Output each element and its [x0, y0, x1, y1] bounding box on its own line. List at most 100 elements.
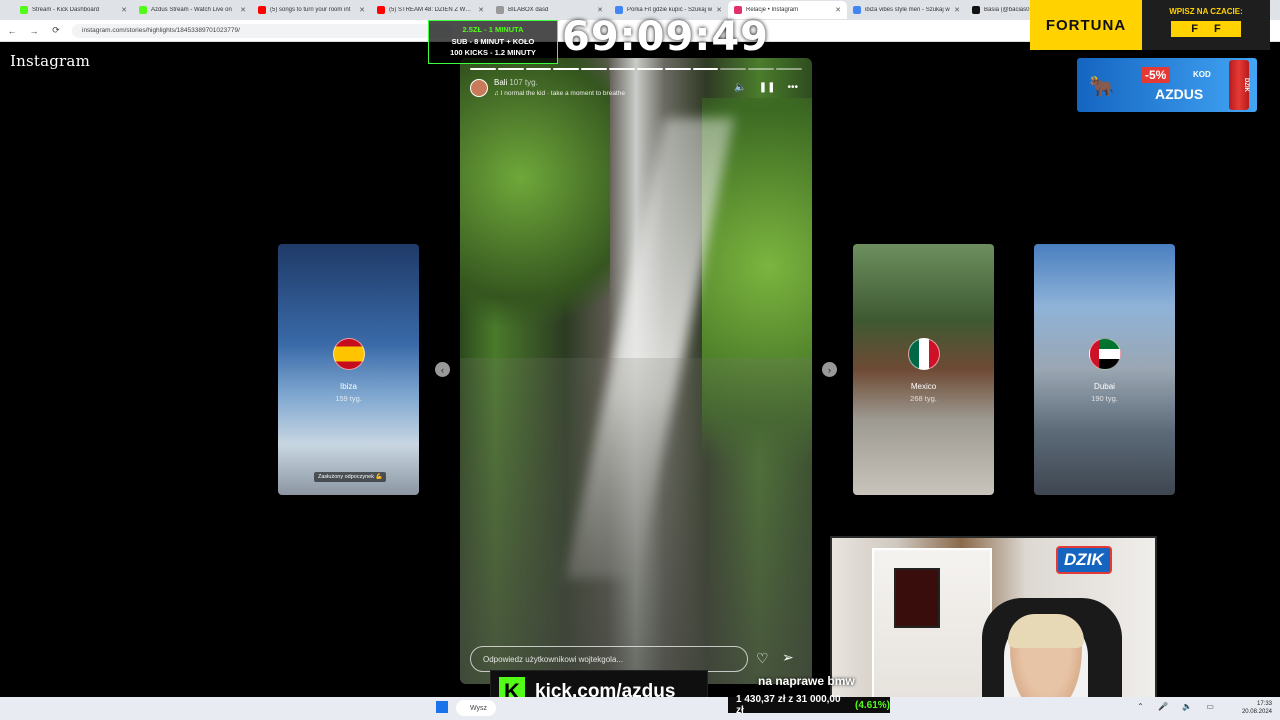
- subathon-timer: 69:09:49: [562, 14, 769, 60]
- windows-taskbar: Wysz ⌃ 🎤 🔈 ▭ 17:33 20.08.2024: [0, 697, 1280, 720]
- system-tray-icons[interactable]: ⌃ 🎤 🔈 ▭: [1137, 702, 1220, 711]
- tab-favicon-icon: [734, 6, 742, 14]
- goal-percent: (4.61%): [854, 699, 890, 711]
- story-image: [460, 58, 610, 358]
- browser-tab[interactable]: Azdus Stream - Watch Live on ✕: [133, 1, 252, 19]
- donation-info-overlay: 2.5ZŁ - 1 MINUTA SUB - 8 MINUT + KOŁO 10…: [428, 20, 558, 64]
- fortuna-ad: FORTUNA WPISZ NA CZACIE: F F: [1030, 0, 1270, 50]
- tab-label: (5) songs to turn your room int: [270, 7, 351, 13]
- tab-favicon-icon: [972, 6, 980, 14]
- story-age: 268 tyg.: [910, 394, 937, 403]
- story-preview-mexico[interactable]: Mexico 268 tyg.: [853, 244, 994, 495]
- spain-flag-icon: [333, 338, 365, 370]
- progress-segment: [720, 68, 747, 70]
- story-caption: Zasłużony odpoczynek 💪: [314, 472, 387, 482]
- goal-amount: 1 430,37 zł z 31 000,00 zł: [736, 694, 841, 716]
- browser-tab[interactable]: ibiza vibes style men - Szukaj w ✕: [847, 1, 966, 19]
- progress-segment: [581, 68, 608, 70]
- back-icon[interactable]: ←: [6, 26, 18, 36]
- avatar[interactable]: [470, 79, 488, 97]
- donation-line: 2.5ZŁ - 1 MINUTA: [462, 25, 524, 34]
- taskbar-clock[interactable]: 17:33 20.08.2024: [1242, 700, 1272, 716]
- tab-label: Porka Fit gdzie kupić - Szukaj w: [627, 7, 713, 13]
- tab-label: Relacje • Instagram: [746, 7, 799, 13]
- progress-segment: [553, 68, 580, 70]
- dzik-logo: DZIK: [1056, 546, 1112, 574]
- prev-story-button[interactable]: ‹: [435, 362, 450, 377]
- bull-icon: 🐂: [1089, 76, 1114, 98]
- fortuna-code: F: [1191, 23, 1198, 35]
- reply-input[interactable]: Odpowiedz użytkownikowi wojtekgola...: [470, 646, 748, 672]
- close-icon[interactable]: ✕: [597, 6, 603, 14]
- webcam-streamer-hair: [1008, 614, 1084, 648]
- story-preview-ibiza[interactable]: Ibiza 159 tyg. Zasłużony odpoczynek 💪: [278, 244, 419, 495]
- tab-favicon-icon: [258, 6, 266, 14]
- tab-favicon-icon: [853, 6, 861, 14]
- close-icon[interactable]: ✕: [716, 6, 722, 14]
- progress-segment: [692, 68, 719, 70]
- tab-favicon-icon: [377, 6, 385, 14]
- donation-goal-bar: 1 430,37 zł z 31 000,00 zł (4.61%): [728, 694, 890, 716]
- webcam-fridge: [894, 568, 940, 628]
- more-options-icon[interactable]: •••: [787, 82, 798, 93]
- donation-line: 100 KICKS - 1.2 MINUTY: [450, 48, 536, 57]
- kod-label: KOD: [1193, 70, 1211, 79]
- tab-label: ibiza vibes style men - Szukaj w: [865, 7, 950, 13]
- progress-segment: [525, 68, 552, 70]
- send-icon[interactable]: ➢: [782, 649, 794, 666]
- story-viewer[interactable]: Bali 107 tyg. ♫ I normal the kid · take a…: [460, 58, 812, 684]
- promo-code: AZDUS: [1155, 86, 1204, 102]
- progress-segment: [748, 68, 775, 70]
- tab-favicon-icon: [615, 6, 623, 14]
- close-icon[interactable]: ✕: [478, 6, 484, 14]
- progress-segment: [470, 68, 496, 70]
- instagram-logo[interactable]: Instagram: [10, 52, 90, 70]
- browser-tab[interactable]: (5) songs to turn your room int ✕: [252, 1, 371, 19]
- browser-tab[interactable]: (5) STREAM 48: DZIEŃ Z WAKI ✕: [371, 1, 490, 19]
- close-icon[interactable]: ✕: [240, 6, 246, 14]
- dzik-ad: 🐂 -5% KOD AZDUS DZIK: [1077, 58, 1257, 112]
- mexico-flag-icon: [908, 338, 940, 370]
- pause-icon[interactable]: ❚❚: [759, 82, 776, 93]
- tab-label: Azdus Stream - Watch Live on: [151, 7, 232, 13]
- progress-segment: [664, 68, 691, 70]
- clock-time: 17:33: [1256, 701, 1272, 707]
- story-progress-bar: [470, 68, 802, 70]
- story-music-track[interactable]: ♫ I normal the kid · take a moment to br…: [494, 90, 625, 97]
- windows-start-icon[interactable]: [436, 701, 448, 713]
- story-age: 190 tyg.: [1091, 394, 1118, 403]
- next-story-button[interactable]: ›: [822, 362, 837, 377]
- heart-icon[interactable]: ♡: [756, 650, 769, 667]
- chevron-left-icon: ‹: [441, 364, 444, 375]
- reload-icon[interactable]: ⟳: [50, 25, 62, 36]
- volume-icon[interactable]: 🔈: [734, 82, 746, 93]
- progress-segment: [776, 68, 802, 70]
- uae-flag-icon: [1089, 338, 1121, 370]
- story-name: Ibiza: [340, 382, 357, 391]
- webcam-feed: DZIK: [830, 536, 1157, 720]
- progress-segment: [497, 68, 524, 70]
- clock-date: 20.08.2024: [1241, 709, 1272, 715]
- close-icon[interactable]: ✕: [954, 6, 960, 14]
- close-icon[interactable]: ✕: [835, 6, 841, 14]
- close-icon[interactable]: ✕: [359, 6, 365, 14]
- donation-goal-title: na naprawe bmw: [758, 674, 855, 688]
- donation-line: SUB - 8 MINUT + KOŁO: [451, 36, 535, 46]
- taskbar-search[interactable]: Wysz: [456, 700, 496, 716]
- url-field[interactable]: instagram.com/stories/highlights/1845338…: [72, 23, 452, 38]
- tab-label: (5) STREAM 48: DZIEŃ Z WAKI: [389, 7, 475, 13]
- tab-favicon-icon: [496, 6, 504, 14]
- forward-icon[interactable]: →: [28, 26, 40, 36]
- browser-tab[interactable]: Stream - Kick Dashboard ✕: [14, 1, 133, 19]
- story-age: 159 tyg.: [335, 394, 362, 403]
- story-username[interactable]: Bali: [494, 78, 507, 87]
- story-preview-dubai[interactable]: Dubai 190 tyg.: [1034, 244, 1175, 495]
- dzik-can-image: DZIK: [1229, 60, 1249, 110]
- story-image-pool: [460, 358, 812, 684]
- tab-favicon-icon: [139, 6, 147, 14]
- close-icon[interactable]: ✕: [121, 6, 127, 14]
- progress-segment: [609, 68, 635, 70]
- tab-favicon-icon: [20, 6, 28, 14]
- chevron-right-icon: ›: [828, 364, 831, 375]
- fortuna-cta: WPISZ NA CZACIE:: [1169, 7, 1243, 16]
